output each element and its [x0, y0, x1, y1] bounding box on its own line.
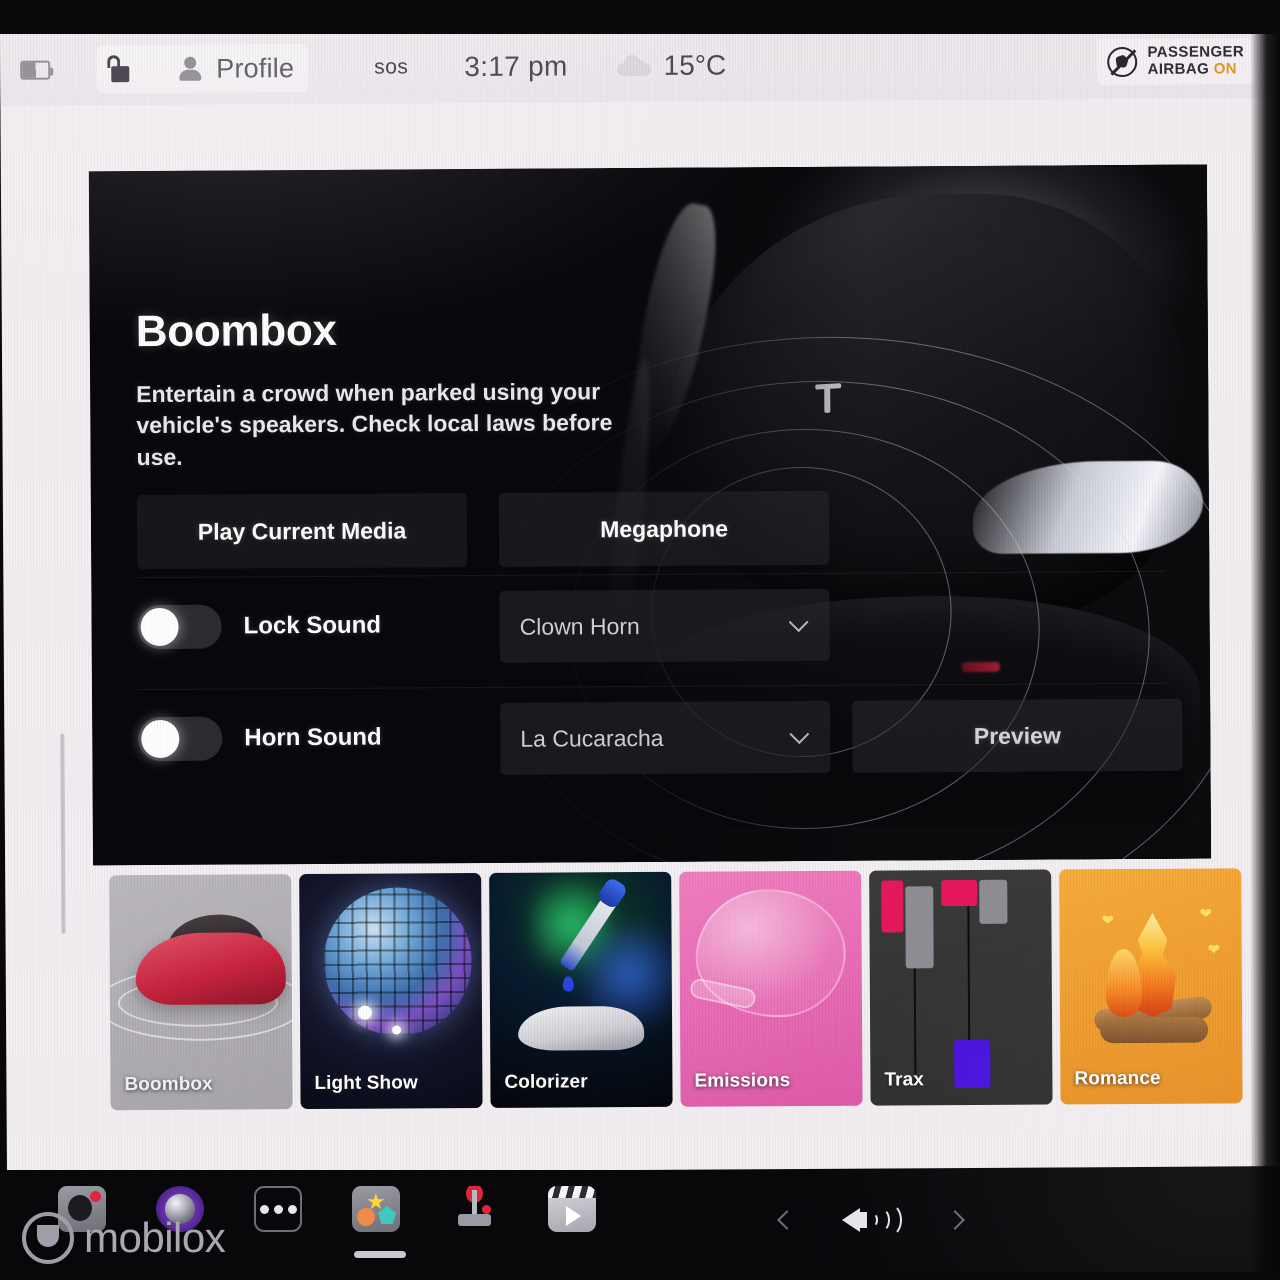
lock-sound-label: Lock Sound — [243, 611, 382, 640]
heart-icon: ❤ — [1101, 912, 1115, 930]
preview-button[interactable]: Preview — [852, 698, 1183, 773]
lock-sound-select[interactable]: Clown Horn — [499, 588, 830, 663]
horn-sound-select[interactable]: La Cucaracha — [500, 700, 831, 775]
person-icon — [176, 55, 204, 83]
taskbar-item-arcade[interactable] — [450, 1186, 506, 1262]
cloud-icon — [617, 54, 652, 77]
passenger-airbag-icon — [1107, 46, 1138, 77]
page-description: Entertain a crowd when parked using your… — [136, 378, 613, 470]
bezel-bottom — [0, 1272, 1280, 1280]
battery-icon — [20, 60, 51, 80]
chevron-right-icon[interactable] — [945, 1210, 965, 1230]
red-car-icon — [135, 932, 286, 1006]
toybox-app-row: Boombox Light Show Colorizer Emissions T… — [109, 868, 1280, 1115]
chevron-down-icon — [789, 724, 810, 745]
watermark-text: mobilox — [84, 1214, 226, 1261]
clock: 3:17 pm — [464, 50, 568, 83]
megaphone-button[interactable]: Megaphone — [498, 490, 830, 567]
campfire-flame-inner-icon — [1105, 948, 1143, 1018]
card-light-show[interactable]: Light Show — [299, 872, 483, 1110]
taskbar-item-toybox[interactable]: ★ — [352, 1186, 408, 1262]
card-boombox[interactable]: Boombox — [109, 874, 293, 1111]
tesla-touchscreen: Profile sos 3:17 pm 15°C PASSENGER AIRBA… — [0, 26, 1280, 1174]
chevron-left-icon[interactable] — [777, 1210, 797, 1230]
heart-icon: ❤ — [1199, 905, 1213, 923]
card-label: Romance — [1074, 1067, 1161, 1090]
sparkle-icon — [357, 1005, 373, 1020]
profile-pill[interactable]: Profile — [96, 44, 309, 94]
card-label: Colorizer — [504, 1071, 588, 1093]
scroll-indicator[interactable] — [60, 733, 66, 934]
card-colorizer[interactable]: Colorizer — [489, 871, 673, 1108]
taskbar-item-theater[interactable] — [548, 1186, 604, 1262]
toybox-icon: ★ — [352, 1186, 400, 1232]
horn-sound-toggle[interactable] — [138, 716, 223, 762]
profile-label: Profile — [216, 52, 295, 84]
card-label: Light Show — [314, 1072, 418, 1095]
active-app-indicator — [354, 1251, 406, 1258]
card-label: Trax — [884, 1069, 924, 1091]
boombox-panel: Boombox Entertain a crowd when parked us… — [88, 164, 1212, 866]
airbag-line2: AIRBAG — [1147, 60, 1210, 78]
play-current-media-button[interactable]: Play Current Media — [136, 493, 468, 570]
lock-sound-toggle[interactable] — [137, 604, 222, 650]
lock-sound-select-value: Clown Horn — [519, 612, 640, 640]
taskbar-item-more[interactable] — [254, 1186, 310, 1262]
watermark: mobilox — [22, 1212, 226, 1264]
bezel-top — [0, 0, 1280, 34]
heart-icon: ❤ — [1207, 941, 1221, 959]
white-car-icon — [517, 1005, 645, 1051]
unlocked-padlock-icon[interactable] — [106, 55, 132, 83]
passenger-airbag-indicator: PASSENGER AIRBAG ON — [1097, 38, 1255, 85]
airbag-state: ON — [1213, 60, 1238, 78]
boombox-content: Boombox Entertain a crowd when parked us… — [135, 165, 1183, 865]
card-trax[interactable]: Trax — [869, 869, 1053, 1106]
disco-ball-icon — [323, 887, 473, 1036]
airbag-line1: PASSENGER — [1147, 43, 1245, 61]
bezel-right — [1250, 0, 1280, 1280]
mobilox-logo-icon — [22, 1212, 74, 1264]
card-emissions[interactable]: Emissions — [679, 870, 863, 1107]
log-icon — [1100, 1016, 1209, 1044]
horn-sound-select-value: La Cucaracha — [520, 724, 664, 752]
theater-icon — [548, 1186, 596, 1232]
speaker-volume-icon[interactable] — [840, 1198, 902, 1242]
temperature-label: 15°C — [663, 49, 727, 81]
paint-drop-icon — [562, 976, 574, 992]
page-title: Boombox — [135, 305, 337, 357]
photo-of-car-screen: Profile sos 3:17 pm 15°C PASSENGER AIRBA… — [0, 0, 1280, 1280]
sos-button[interactable]: sos — [374, 55, 408, 79]
horn-sound-label: Horn Sound — [244, 723, 382, 752]
arcade-joystick-icon — [450, 1186, 498, 1232]
sparkle-icon — [392, 1025, 402, 1035]
volume-controls — [777, 1198, 965, 1242]
status-bar: Profile sos 3:17 pm 15°C PASSENGER AIRBA… — [0, 26, 1280, 106]
more-dots-icon — [254, 1186, 302, 1232]
card-label: Boombox — [124, 1073, 213, 1096]
card-romance[interactable]: ❤ ❤ ❤ Romance — [1059, 868, 1243, 1105]
chevron-down-icon — [788, 612, 809, 633]
card-label: Emissions — [694, 1070, 791, 1092]
